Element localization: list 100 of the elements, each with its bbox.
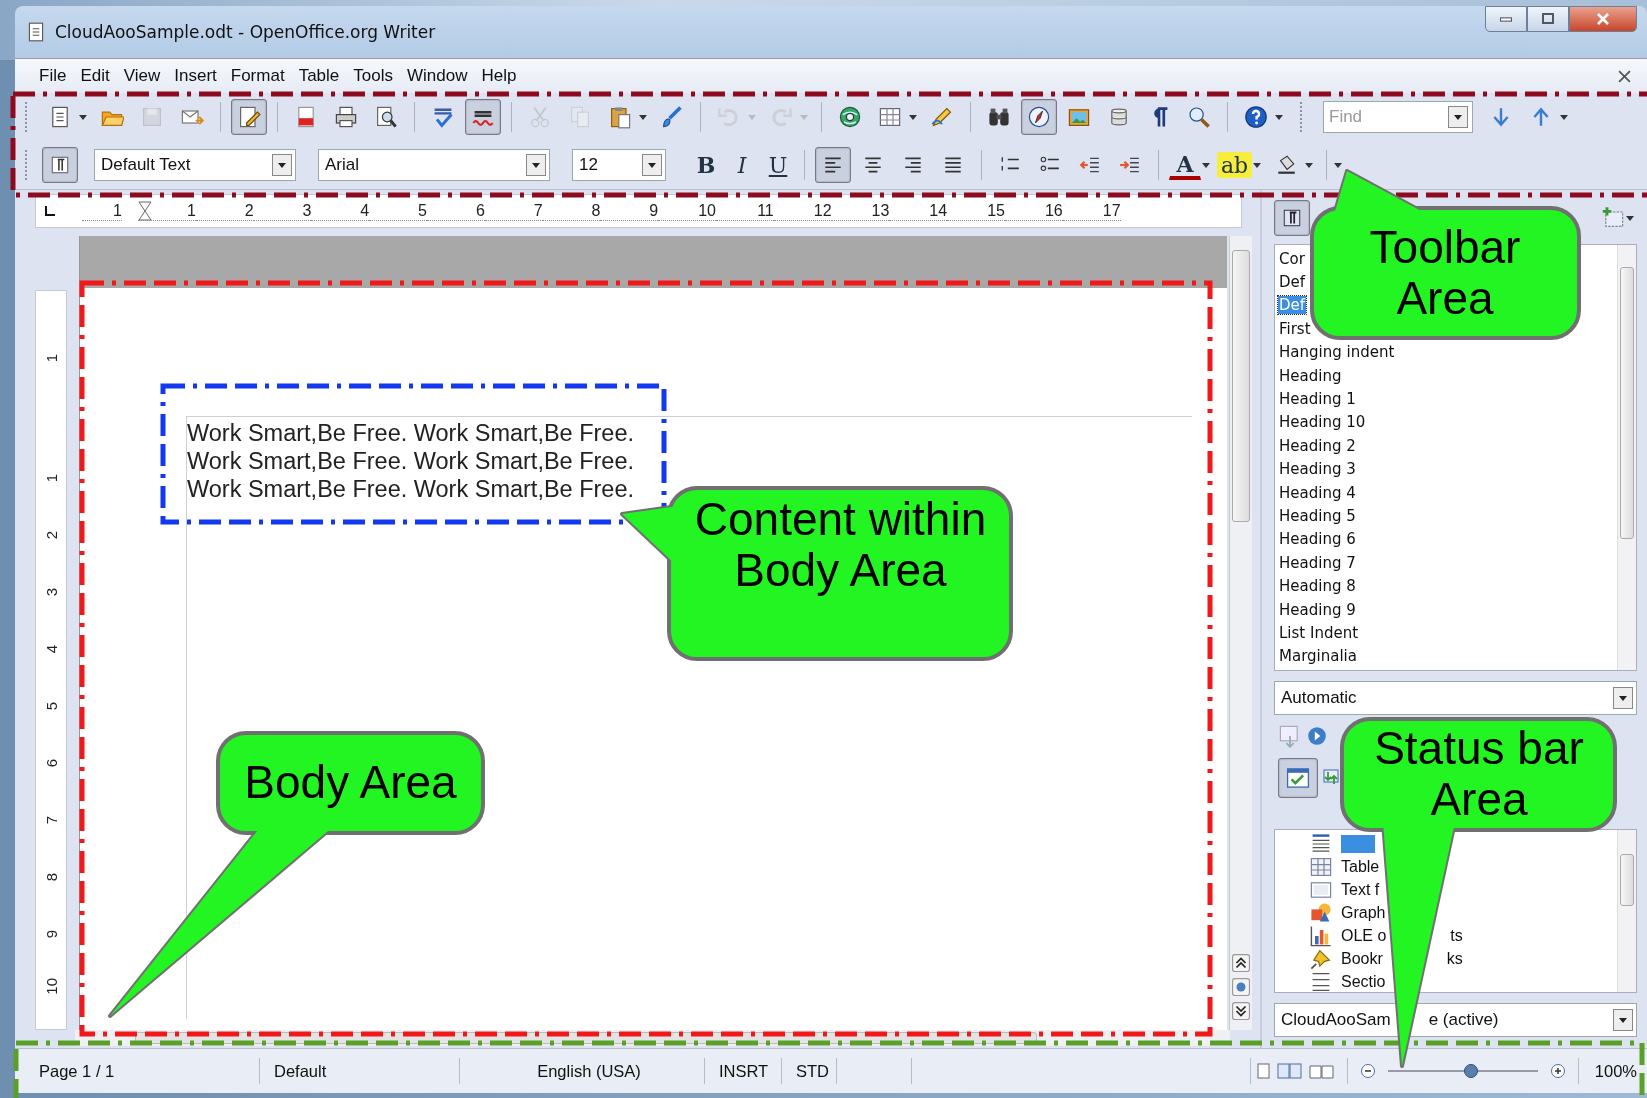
play-icon[interactable] xyxy=(1306,725,1328,747)
document-text: Work Smart,Be Free. Work Smart,Be Free. xyxy=(187,475,636,503)
style-item[interactable]: First xyxy=(1278,319,1312,338)
close-button[interactable] xyxy=(1569,6,1637,32)
navigator-item[interactable]: OLE o xyxy=(1341,926,1387,945)
help-icon xyxy=(1244,105,1268,129)
document-text: Work Smart,Be Free. Work Smart,Be Free. xyxy=(187,447,636,475)
book-view-icon[interactable] xyxy=(1308,1063,1335,1079)
navigator-item[interactable]: Sectio xyxy=(1341,972,1386,991)
list-scrollbar[interactable] xyxy=(1617,245,1636,670)
zoom-out-icon[interactable] xyxy=(1359,1063,1376,1079)
caret-icon[interactable] xyxy=(1253,162,1262,168)
maximize-button[interactable] xyxy=(1527,6,1569,32)
caret-icon[interactable] xyxy=(1305,162,1314,168)
paintbrush-icon xyxy=(660,105,684,129)
bold-button[interactable]: B xyxy=(690,147,722,183)
minimize-button[interactable] xyxy=(1485,6,1527,32)
ruler-number: 8 xyxy=(542,201,601,221)
caret-icon[interactable] xyxy=(639,114,647,120)
menu-item[interactable]: File xyxy=(33,64,73,88)
underline-button[interactable]: U xyxy=(762,147,794,183)
style-item[interactable]: Heading 6 xyxy=(1278,530,1357,549)
menu-item[interactable]: Edit xyxy=(74,64,116,88)
pencil-icon xyxy=(930,105,954,129)
style-item[interactable]: Marginalia xyxy=(1278,647,1358,666)
close-icon[interactable] xyxy=(1618,69,1631,83)
toolbar-button[interactable] xyxy=(465,99,501,135)
style-item[interactable]: Heading 9 xyxy=(1278,600,1357,619)
next-page-icon[interactable] xyxy=(1232,1002,1250,1020)
align-left-button[interactable] xyxy=(815,147,851,183)
toolbar-button[interactable] xyxy=(1021,99,1057,135)
copy-icon xyxy=(568,105,592,129)
style-item[interactable]: Heading 4 xyxy=(1278,483,1357,502)
tab-stop-icon[interactable] xyxy=(44,205,56,217)
dropdown-button[interactable] xyxy=(526,154,546,176)
navigator-item[interactable]: Graph xyxy=(1341,903,1386,922)
font-color-button[interactable]: A xyxy=(1169,150,1201,180)
two-pages-icon[interactable] xyxy=(1276,1063,1303,1079)
indent-marker-icon[interactable] xyxy=(138,201,152,221)
dropdown-button[interactable] xyxy=(1448,106,1468,128)
dropdown-button[interactable] xyxy=(272,154,292,176)
menu-item[interactable]: View xyxy=(117,64,167,88)
style-item[interactable]: Def xyxy=(1278,273,1307,292)
styles-button[interactable] xyxy=(42,147,78,183)
toolbar-button[interactable] xyxy=(231,99,267,135)
style-item[interactable]: Heading 5 xyxy=(1278,507,1357,525)
find-field[interactable]: Find xyxy=(1323,101,1473,133)
style-item[interactable]: Hanging indent xyxy=(1278,343,1396,362)
slider-thumb[interactable] xyxy=(1464,1064,1479,1078)
style-item[interactable]: Heading 10 xyxy=(1278,413,1367,432)
ruler-number: 9 xyxy=(600,201,659,221)
style-filter-dropdown[interactable]: Automatic xyxy=(1274,681,1637,715)
menu-item[interactable]: Help xyxy=(475,64,523,88)
ruler-number: 10 xyxy=(658,201,716,221)
ruler-number: 11 xyxy=(715,201,774,221)
navigator-item[interactable]: ts xyxy=(1450,926,1463,945)
style-item[interactable]: Heading 7 xyxy=(1278,553,1357,572)
content-view-button[interactable] xyxy=(1278,758,1318,798)
caret-icon[interactable] xyxy=(1202,162,1210,168)
highlight-button[interactable]: ab xyxy=(1217,152,1253,178)
list-scrollbar[interactable] xyxy=(1617,830,1636,992)
menu-item[interactable]: Tools xyxy=(347,64,399,88)
dropdown-button[interactable] xyxy=(1613,1009,1633,1031)
style-item[interactable]: Heading xyxy=(1278,366,1343,385)
caret-icon[interactable] xyxy=(1626,215,1634,221)
vertical-scrollbar[interactable] xyxy=(1229,236,1252,1030)
menu-item[interactable]: Format xyxy=(224,64,291,88)
page-style: Default xyxy=(266,1058,460,1084)
caret-icon[interactable] xyxy=(1275,114,1283,120)
navigator-item[interactable]: Table xyxy=(1341,857,1380,876)
style-item[interactable]: Heading 1 xyxy=(1278,390,1357,409)
navigator-item[interactable]: Text f xyxy=(1341,880,1380,899)
globe-icon xyxy=(838,105,862,129)
document-dropdown[interactable]: CloudAooSam e (active) xyxy=(1274,1003,1637,1037)
menu-item[interactable]: Table xyxy=(292,64,346,88)
callout-text: Body Area xyxy=(243,757,458,808)
navigator-item[interactable]: ks xyxy=(1446,949,1463,968)
caret-icon[interactable] xyxy=(79,114,87,120)
caret-icon[interactable] xyxy=(1560,114,1568,120)
italic-button[interactable]: I xyxy=(726,147,758,183)
style-item[interactable]: Heading 3 xyxy=(1278,460,1357,479)
paragraph-style-dropdown[interactable]: Default Text xyxy=(94,149,296,181)
selection-highlight[interactable] xyxy=(1341,834,1375,853)
page-preview-icon xyxy=(374,105,398,129)
style-item[interactable]: Heading 8 xyxy=(1278,577,1357,596)
dropdown-button[interactable] xyxy=(642,154,662,176)
navigator-item[interactable]: Bookr xyxy=(1341,949,1383,968)
style-item[interactable]: Cor xyxy=(1278,249,1306,268)
zoom-in-icon[interactable] xyxy=(1549,1063,1566,1079)
dropdown-button[interactable] xyxy=(1613,687,1633,709)
style-item[interactable]: List Indent xyxy=(1278,623,1360,642)
font-name-dropdown[interactable]: Arial xyxy=(318,149,550,181)
navigation-icon[interactable] xyxy=(1232,978,1250,996)
paragraph-styles-button[interactable] xyxy=(1274,200,1310,236)
caret-icon[interactable] xyxy=(909,114,917,120)
previous-page-icon[interactable] xyxy=(1232,954,1250,972)
font-size-dropdown[interactable]: 12 xyxy=(572,149,666,181)
menu-item[interactable]: Window xyxy=(400,64,474,88)
menu-item[interactable]: Insert xyxy=(168,64,223,88)
style-item[interactable]: Heading 2 xyxy=(1278,436,1357,455)
